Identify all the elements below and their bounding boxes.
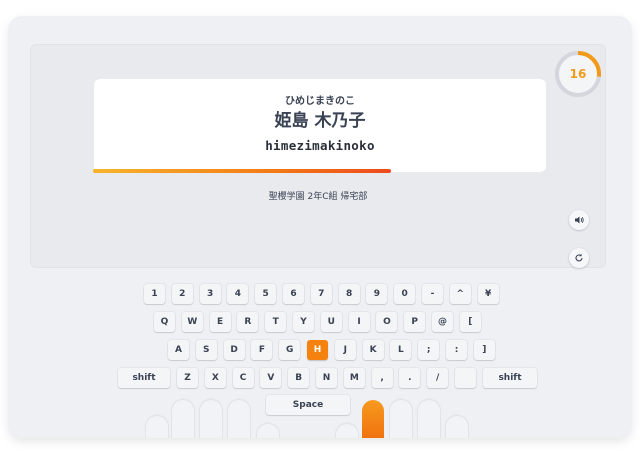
- key-w[interactable]: W: [181, 312, 203, 332]
- key-i[interactable]: I: [348, 312, 370, 332]
- key-f[interactable]: F: [251, 340, 273, 360]
- key-u[interactable]: U: [320, 312, 342, 332]
- key-9[interactable]: 9: [366, 284, 388, 304]
- left-middle-finger: [200, 400, 222, 438]
- right-index-finger: [362, 400, 384, 438]
- key-r[interactable]: R: [237, 312, 259, 332]
- key-5[interactable]: 5: [255, 284, 277, 304]
- key-p[interactable]: P: [404, 312, 426, 332]
- key-semicolon[interactable]: ;: [418, 340, 440, 360]
- right-thumb: [336, 424, 358, 438]
- key-g[interactable]: G: [279, 340, 301, 360]
- right-pinky-finger: [446, 416, 468, 438]
- key-y[interactable]: Y: [293, 312, 314, 332]
- key-1[interactable]: 1: [144, 284, 165, 304]
- key-h[interactable]: H: [307, 340, 328, 360]
- key-a[interactable]: A: [168, 340, 189, 360]
- typing-device: ひめじまきのこ 姫島 木乃子 himezimakinoko 聖櫻学園 2年C組 …: [8, 16, 632, 438]
- right-ring-finger: [418, 400, 440, 438]
- key-j[interactable]: J: [334, 340, 356, 360]
- key-colon[interactable]: :: [446, 340, 467, 360]
- key-right-shift[interactable]: shift: [483, 368, 537, 388]
- key-left-bracket[interactable]: [: [459, 312, 481, 332]
- key-o[interactable]: O: [376, 312, 398, 332]
- key-n[interactable]: N: [316, 368, 337, 388]
- key-left-shift[interactable]: shift: [118, 368, 170, 388]
- virtual-keyboard: 1 2 3 4 5 6 7 8 9 0- ^ ¥ Q W E R T Y U I O P @ [ A S D F G H J K L;:] shi…: [8, 16, 632, 438]
- key-7[interactable]: 7: [310, 284, 332, 304]
- key-6[interactable]: 6: [283, 284, 304, 304]
- key-0[interactable]: 0: [394, 284, 416, 304]
- key-c[interactable]: C: [232, 368, 254, 388]
- key-k[interactable]: K: [362, 340, 384, 360]
- key-comma[interactable]: ,: [371, 368, 393, 388]
- key-at[interactable]: @: [432, 312, 453, 332]
- left-pinky-finger: [146, 416, 168, 438]
- key-right-bracket[interactable]: ]: [473, 340, 495, 360]
- key-x[interactable]: X: [204, 368, 226, 388]
- key-t[interactable]: T: [265, 312, 287, 332]
- key-3[interactable]: 3: [199, 284, 221, 304]
- key-minus[interactable]: -: [422, 284, 443, 304]
- key-l[interactable]: L: [390, 340, 412, 360]
- key-z[interactable]: Z: [177, 368, 198, 388]
- key-yen[interactable]: ¥: [477, 284, 499, 304]
- left-thumb: [257, 424, 279, 438]
- key-m[interactable]: M: [343, 368, 365, 388]
- key-e[interactable]: E: [209, 312, 231, 332]
- key-q[interactable]: Q: [154, 312, 175, 332]
- key-blank[interactable]: [455, 368, 476, 388]
- left-ring-finger: [172, 400, 194, 438]
- key-space[interactable]: Space: [266, 395, 350, 415]
- key-4[interactable]: 4: [227, 284, 249, 304]
- key-b[interactable]: B: [288, 368, 310, 388]
- key-s[interactable]: S: [195, 340, 217, 360]
- key-2[interactable]: 2: [171, 284, 193, 304]
- key-period[interactable]: .: [399, 368, 421, 388]
- key-caret[interactable]: ^: [449, 284, 471, 304]
- key-slash[interactable]: /: [427, 368, 449, 388]
- key-d[interactable]: D: [223, 340, 245, 360]
- key-v[interactable]: V: [260, 368, 282, 388]
- right-middle-finger: [390, 400, 412, 438]
- left-index-finger: [228, 400, 250, 438]
- key-8[interactable]: 8: [338, 284, 360, 304]
